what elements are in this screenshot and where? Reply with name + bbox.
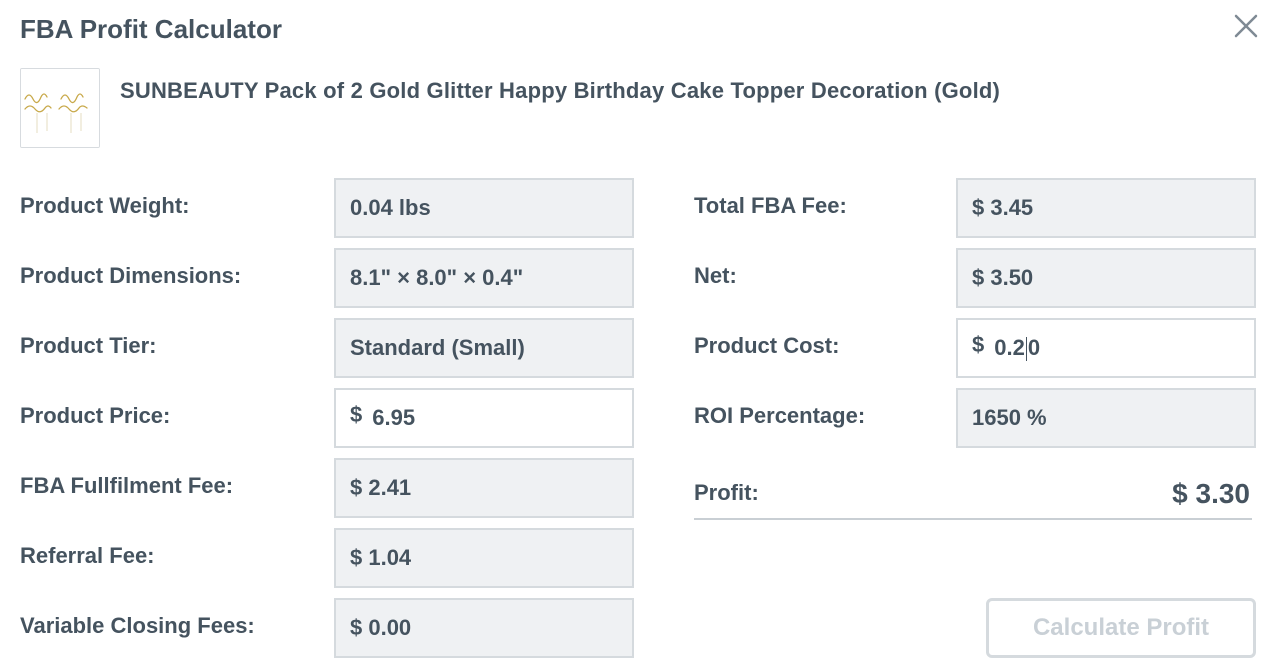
variable-closing-fees-value: $ 0.00 — [350, 615, 412, 640]
variable-closing-fees-label: Variable Closing Fees: — [20, 613, 255, 638]
net-label: Net: — [694, 263, 737, 288]
profit-label: Profit: — [694, 480, 759, 505]
total-fba-fee-field: $ 3.45 — [956, 178, 1256, 238]
product-tier-field: Standard (Small) — [334, 318, 634, 378]
product-title: SUNBEAUTY Pack of 2 Gold Glitter Happy B… — [120, 78, 1001, 103]
product-tier-label: Product Tier: — [20, 333, 157, 358]
product-weight-field: 0.04 lbs — [334, 178, 634, 238]
roi-percentage-value: 1650 % — [972, 405, 1047, 430]
product-cost-currency: $ — [972, 332, 985, 357]
fba-fulfilment-fee-field: $ 2.41 — [334, 458, 634, 518]
close-icon[interactable] — [1232, 12, 1260, 40]
referral-fee-field: $ 1.04 — [334, 528, 634, 588]
fba-fulfilment-fee-label: FBA Fullfilment Fee: — [20, 473, 234, 498]
product-cost-value[interactable]: 0.2 0 — [994, 334, 1041, 362]
product-tier-value: Standard (Small) — [350, 335, 525, 360]
product-cost-input[interactable]: $ 0.2 0 — [956, 318, 1256, 378]
product-cost-value-head: 0.2 — [994, 334, 1025, 360]
product-weight-value: 0.04 lbs — [350, 195, 431, 220]
variable-closing-fees-field: $ 0.00 — [334, 598, 634, 658]
referral-fee-value: $ 1.04 — [350, 545, 412, 570]
net-field: $ 3.50 — [956, 248, 1256, 308]
calculate-profit-button[interactable]: Calculate Profit — [986, 598, 1256, 658]
product-dimensions-label: Product Dimensions: — [20, 263, 242, 288]
fba-fulfilment-fee-value: $ 2.41 — [350, 475, 412, 500]
product-price-label: Product Price: — [20, 403, 171, 428]
roi-percentage-field: 1650 % — [956, 388, 1256, 448]
total-fba-fee-value: $ 3.45 — [972, 195, 1034, 220]
roi-percentage-label: ROI Percentage: — [694, 403, 866, 428]
profit-divider — [694, 518, 1252, 520]
referral-fee-label: Referral Fee: — [20, 543, 155, 568]
product-thumbnail — [20, 68, 100, 148]
net-value: $ 3.50 — [972, 265, 1034, 290]
text-caret — [1025, 337, 1027, 362]
product-dimensions-field: 8.1" × 8.0" × 0.4" — [334, 248, 634, 308]
dialog-title: FBA Profit Calculator — [20, 14, 282, 44]
product-price-input[interactable]: $ 6.95 — [334, 388, 634, 448]
product-price-value[interactable]: 6.95 — [372, 405, 415, 431]
product-price-currency: $ — [350, 402, 363, 427]
total-fba-fee-label: Total FBA Fee: — [694, 193, 847, 218]
product-dimensions-value: 8.1" × 8.0" × 0.4" — [350, 265, 524, 290]
product-cost-value-tail: 0 — [1027, 334, 1041, 360]
product-cost-label: Product Cost: — [694, 333, 840, 358]
profit-value: $ 3.30 — [1172, 478, 1250, 509]
product-weight-label: Product Weight: — [20, 193, 190, 218]
